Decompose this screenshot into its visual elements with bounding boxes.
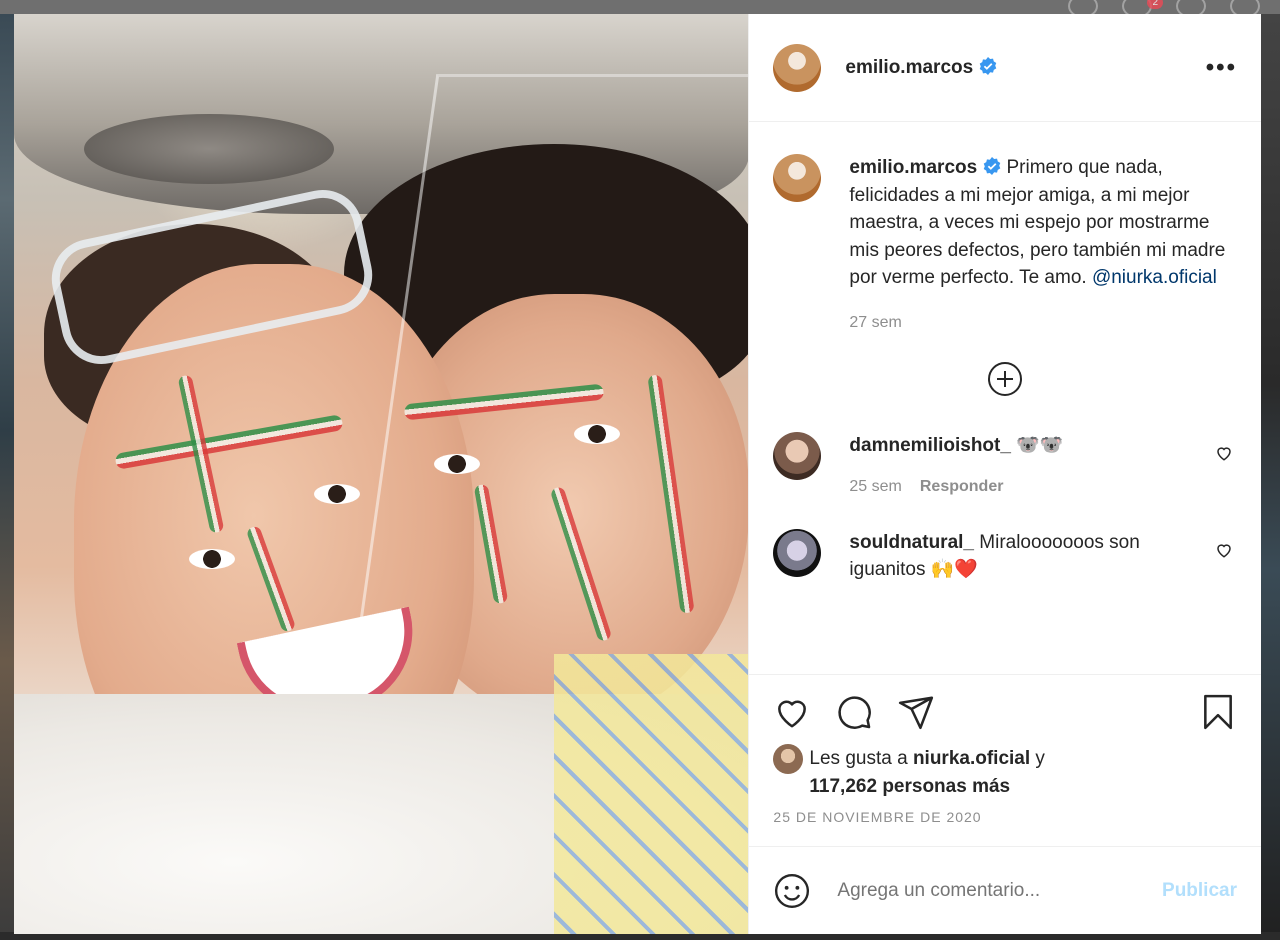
comment-input[interactable] [835, 878, 1163, 903]
likes-conjunction: y [1035, 748, 1045, 769]
comment-username[interactable]: damnemilioishot_ [849, 435, 1011, 456]
publish-button[interactable]: Publicar [1162, 880, 1237, 902]
action-icons [773, 691, 1237, 733]
likes-count[interactable]: 117,262 personas más [809, 776, 1010, 797]
comment-meta: 25 sem Responder [849, 473, 1179, 501]
comment-username[interactable]: souldnatural_ [849, 532, 974, 553]
post-modal: emilio.marcos ••• emilio.marcos Primero … [14, 14, 1261, 934]
comment-text-row: souldnatural_ Miralooooooos son iguanito… [849, 529, 1179, 584]
reply-button[interactable]: Responder [920, 478, 1004, 495]
liker-avatar[interactable] [773, 744, 804, 774]
author-avatar[interactable] [773, 43, 822, 92]
caption-text: emilio.marcos Primero que nada, felicida… [849, 154, 1237, 292]
comment-like-heart-icon[interactable] [1215, 444, 1233, 462]
emoji-icon[interactable] [773, 872, 811, 910]
more-options-icon[interactable]: ••• [1206, 55, 1237, 79]
comment-item: damnemilioishot_ 🐨🐨 25 sem Responder [773, 431, 1237, 501]
post-actions: Les gusta a niurka.oficial y 117,262 per… [749, 674, 1261, 846]
caption-mention-link[interactable]: @niurka.oficial [1092, 267, 1217, 288]
background-feed-right [1260, 14, 1280, 940]
bookmark-icon[interactable] [1199, 693, 1237, 731]
commenter-avatar[interactable] [773, 528, 822, 577]
heart-icon[interactable] [773, 693, 811, 731]
likes-prefix: Les gusta a [809, 748, 908, 769]
caption-timestamp[interactable]: 27 sem [849, 314, 1237, 332]
post-date[interactable]: 25 DE NOVIEMBRE DE 2020 [773, 809, 1237, 825]
verified-badge-icon [983, 157, 1001, 175]
comments-section: emilio.marcos Primero que nada, felicida… [749, 122, 1261, 674]
share-icon[interactable] [897, 693, 935, 731]
liker-username[interactable]: niurka.oficial [913, 748, 1030, 769]
load-more-comments[interactable] [773, 361, 1237, 396]
caption-avatar[interactable] [773, 154, 822, 202]
verified-badge-icon [979, 56, 997, 75]
load-more-plus-icon[interactable] [988, 361, 1023, 396]
likes-summary: Les gusta a niurka.oficial y 117,262 per… [773, 744, 1237, 801]
background-feed-left [0, 14, 14, 940]
comment-composer: Publicar [749, 846, 1261, 934]
commenter-avatar[interactable] [773, 431, 822, 480]
comment-timestamp[interactable]: 25 sem [849, 478, 901, 495]
caption-username[interactable]: emilio.marcos [849, 157, 977, 178]
author-username[interactable]: emilio.marcos [845, 56, 997, 79]
post-photo[interactable] [14, 14, 749, 934]
post-caption: emilio.marcos Primero que nada, felicida… [773, 154, 1237, 332]
comment-text-row: damnemilioishot_ 🐨🐨 [849, 432, 1179, 460]
post-header: emilio.marcos ••• [749, 14, 1261, 122]
comment-item: souldnatural_ Miralooooooos son iguanito… [773, 528, 1237, 584]
post-sidebar: emilio.marcos ••• emilio.marcos Primero … [748, 14, 1261, 934]
comment-icon[interactable] [835, 693, 873, 731]
comment-text: 🐨🐨 [1016, 434, 1064, 456]
comment-like-heart-icon[interactable] [1215, 541, 1233, 559]
